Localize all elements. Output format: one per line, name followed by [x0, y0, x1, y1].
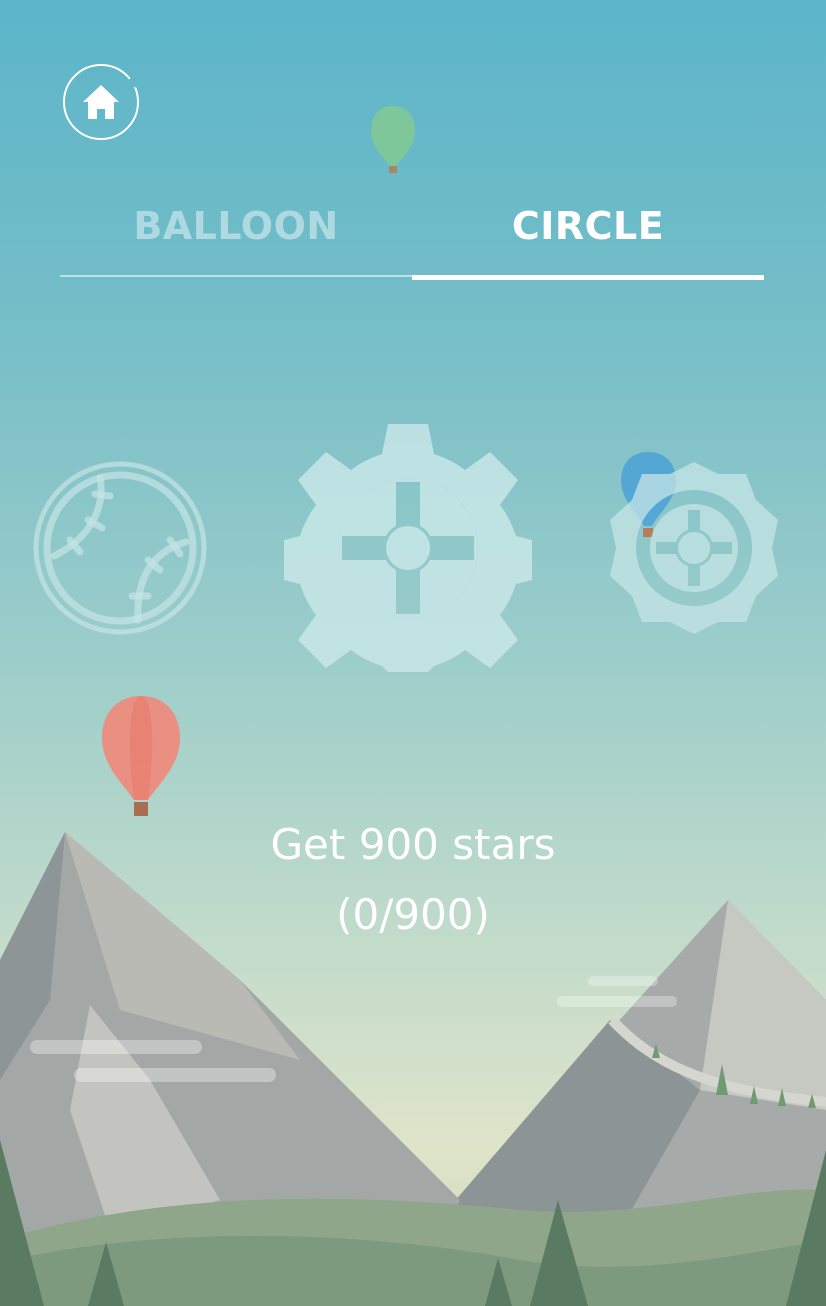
- progress-text: (0/900): [336, 890, 490, 939]
- balloon-green: [371, 106, 415, 173]
- octagon-gear-icon: [610, 462, 778, 634]
- level-baseball[interactable]: [32, 460, 208, 636]
- game-scene: BALLOON CIRCLE Get 900 stars (0/900): [0, 0, 826, 1306]
- unlock-requirement: Get 900 stars (0/900): [113, 810, 713, 950]
- requirement-text: Get 900 stars: [270, 820, 556, 869]
- active-tab-indicator: [412, 275, 764, 280]
- level-octagon-gear[interactable]: [608, 460, 780, 636]
- tab-balloon[interactable]: BALLOON: [60, 198, 412, 254]
- level-gear[interactable]: [284, 424, 532, 672]
- tab-circle[interactable]: CIRCLE: [412, 198, 764, 254]
- gear-icon: [284, 424, 532, 672]
- baseball-icon: [33, 461, 207, 635]
- home-button[interactable]: [63, 64, 139, 140]
- home-icon: [83, 85, 119, 119]
- tab-underline: [60, 275, 412, 277]
- balloon-red: [102, 696, 180, 816]
